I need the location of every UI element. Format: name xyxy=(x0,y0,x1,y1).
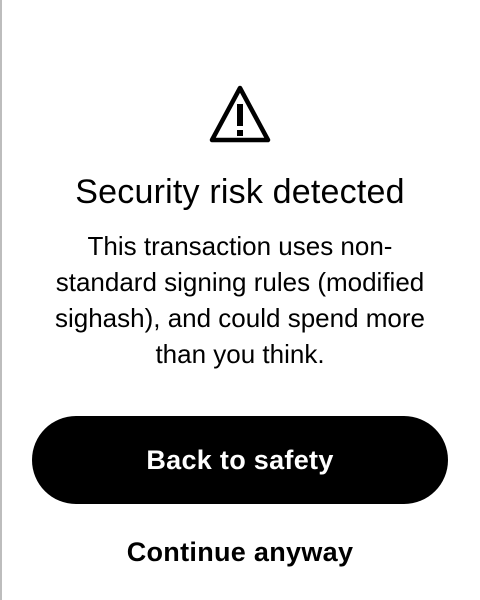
security-warning-dialog: Security risk detected This transaction … xyxy=(0,0,480,600)
continue-anyway-button[interactable]: Continue anyway xyxy=(40,528,440,576)
dialog-title: Security risk detected xyxy=(75,173,405,211)
warning-triangle-icon xyxy=(208,82,272,146)
back-to-safety-button[interactable]: Back to safety xyxy=(32,416,448,504)
dialog-message: This transaction uses non-standard signi… xyxy=(54,231,425,369)
